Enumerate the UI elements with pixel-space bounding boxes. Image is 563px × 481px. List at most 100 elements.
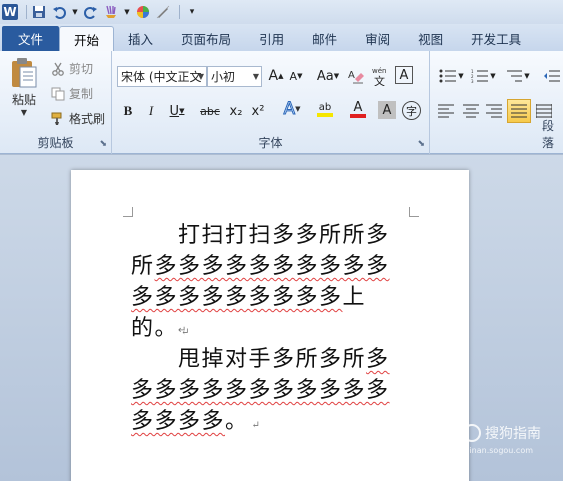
highlight-label: ab	[318, 101, 332, 113]
bullets-icon[interactable]	[438, 66, 458, 86]
copy-icon	[50, 86, 66, 102]
paste-dropdown-icon[interactable]: ▼	[21, 108, 27, 117]
watermark-url: zhinan.sogou.com	[460, 446, 533, 455]
strikethrough-button[interactable]: abc	[198, 101, 222, 121]
highlight-color-bar	[317, 112, 333, 117]
word-logo-icon[interactable]: W	[2, 4, 18, 20]
customize-icon[interactable]: ▾	[184, 4, 200, 20]
copy-label: 复制	[69, 87, 94, 101]
character-shading-button[interactable]: A	[378, 101, 396, 119]
format-painter-dropdown-icon[interactable]: ▼	[123, 4, 131, 20]
superscript-label: x²	[251, 103, 265, 119]
enclose-characters-button[interactable]: 字	[402, 101, 421, 120]
tab-review[interactable]: 审阅	[351, 26, 404, 51]
save-icon[interactable]	[31, 4, 47, 20]
format-painter-icon[interactable]	[103, 4, 119, 20]
color-wheel-icon[interactable]	[135, 4, 151, 20]
tab-page-layout[interactable]: 页面布局	[167, 26, 245, 51]
enclose-characters-label: 字	[406, 104, 417, 118]
paragraph-1[interactable]: 打扫打扫多多所所多所多多多多多多多多多多多多多多多多多多多上的。 ↵	[131, 220, 411, 348]
underline-button[interactable]: U ▼	[164, 101, 190, 121]
subscript-label: x₂	[229, 103, 243, 119]
font-color-bar	[350, 113, 366, 118]
cut-button[interactable]: 剪切	[50, 60, 93, 77]
align-right-icon[interactable]	[484, 101, 504, 121]
grow-font-button[interactable]: A ▲	[266, 66, 286, 86]
multilevel-dropdown-icon[interactable]: ▼	[523, 66, 531, 86]
clipboard-launcher-icon[interactable]: ⬊	[99, 139, 107, 149]
numbering-dropdown-icon[interactable]: ▼	[489, 66, 497, 86]
empty-paragraph-mark: ↵	[178, 325, 187, 336]
shrink-font-button[interactable]: A ▼	[286, 66, 306, 86]
tab-view[interactable]: 视图	[404, 26, 457, 51]
font-color-label: A	[353, 99, 363, 115]
ribbon: 粘贴 ▼ 剪切 复制 格式刷 剪贴板 ⬊ 宋体 (中文正文 ▼ 小初 ▼ A ▲…	[0, 51, 563, 154]
highlight-button[interactable]: ab	[310, 99, 340, 119]
clear-formatting-icon: A	[348, 70, 364, 84]
italic-label: I	[148, 103, 154, 118]
bold-label: B	[123, 103, 133, 118]
pen-icon[interactable]	[155, 4, 171, 20]
tab-developer[interactable]: 开发工具	[457, 26, 535, 51]
font-name-combo[interactable]: 宋体 (中文正文 ▼	[117, 66, 207, 87]
font-size-dropdown-icon[interactable]: ▼	[253, 72, 259, 81]
phonetic-guide-button[interactable]: wén 文	[370, 66, 392, 86]
italic-button[interactable]: I	[141, 101, 161, 121]
change-case-button[interactable]: Aa ▼	[314, 66, 342, 86]
font-group-label: 字体	[258, 136, 283, 150]
paragraph-2-tail: 。	[225, 409, 249, 434]
redo-icon[interactable]	[83, 4, 99, 20]
paste-label: 粘贴	[11, 93, 36, 107]
character-border-button[interactable]: A	[395, 66, 413, 84]
bullets-dropdown-icon[interactable]: ▼	[457, 66, 465, 86]
paragraph-2[interactable]: 甩掉对手多所多所多多多多多多多多多多多多多多多多。 ↵	[131, 344, 411, 441]
copy-button[interactable]: 复制	[50, 85, 93, 102]
paste-button[interactable]: 粘贴 ▼	[6, 57, 42, 117]
justify-icon[interactable]	[507, 99, 531, 123]
text-effects-button[interactable]: A ▼	[278, 99, 306, 120]
align-center-icon[interactable]	[461, 101, 481, 121]
align-left-icon[interactable]	[438, 101, 458, 121]
font-size-combo[interactable]: 小初 ▼	[207, 66, 262, 87]
superscript-button[interactable]: x²	[248, 101, 268, 121]
scissors-icon	[50, 61, 66, 77]
font-name-value: 宋体 (中文正文	[121, 70, 202, 84]
tab-mailings[interactable]: 邮件	[298, 26, 351, 51]
tab-file[interactable]: 文件	[2, 26, 60, 51]
paste-icon	[12, 58, 37, 88]
divider	[26, 5, 27, 19]
svg-text:A: A	[348, 70, 355, 81]
document-area: 打扫打扫多多所所多所多多多多多多多多多多多多多多多多多多多上的。 ↵ ↵ 甩掉对手…	[0, 155, 563, 481]
undo-dropdown-icon[interactable]: ▼	[71, 4, 79, 20]
font-color-button[interactable]: A	[344, 99, 372, 119]
character-border-label: A	[399, 67, 409, 83]
change-case-label: Aa	[316, 68, 334, 84]
font-name-dropdown-icon[interactable]: ▼	[198, 72, 204, 81]
subscript-button[interactable]: x₂	[226, 101, 246, 121]
document-page[interactable]: 打扫打扫多多所所多所多多多多多多多多多多多多多多多多多多多上的。 ↵ ↵ 甩掉对手…	[71, 170, 469, 481]
numbering-icon[interactable]: 123	[470, 66, 490, 86]
clipboard-group: 粘贴 ▼ 剪切 复制 格式刷 剪贴板 ⬊	[0, 51, 112, 154]
sogou-logo-icon	[463, 424, 481, 442]
bold-button[interactable]: B	[118, 101, 138, 121]
crop-mark-top-left	[123, 207, 133, 217]
character-shading-label: A	[382, 102, 392, 118]
tab-home[interactable]: 开始	[59, 26, 115, 51]
cut-label: 剪切	[69, 62, 94, 76]
svg-text:wén: wén	[372, 67, 386, 75]
undo-icon[interactable]	[51, 4, 67, 20]
decrease-indent-icon[interactable]	[542, 66, 562, 86]
multilevel-list-icon[interactable]	[504, 66, 524, 86]
font-launcher-icon[interactable]: ⬊	[417, 139, 425, 149]
format-painter-button[interactable]: 格式刷	[50, 110, 105, 127]
clipboard-group-label: 剪贴板	[37, 136, 74, 150]
shrink-font-label: A	[289, 69, 298, 83]
clear-formatting-button[interactable]: A	[346, 66, 366, 86]
crop-mark-top-right	[409, 207, 419, 217]
tab-references[interactable]: 引用	[245, 26, 298, 51]
paragraph-group-label: 段落	[542, 119, 555, 150]
tab-insert[interactable]: 插入	[114, 26, 167, 51]
svg-text:3: 3	[471, 79, 474, 83]
ribbon-tabs: 文件 开始 插入 页面布局 引用 邮件 审阅 视图 开发工具	[0, 24, 563, 51]
text-effects-label: A	[283, 99, 296, 120]
